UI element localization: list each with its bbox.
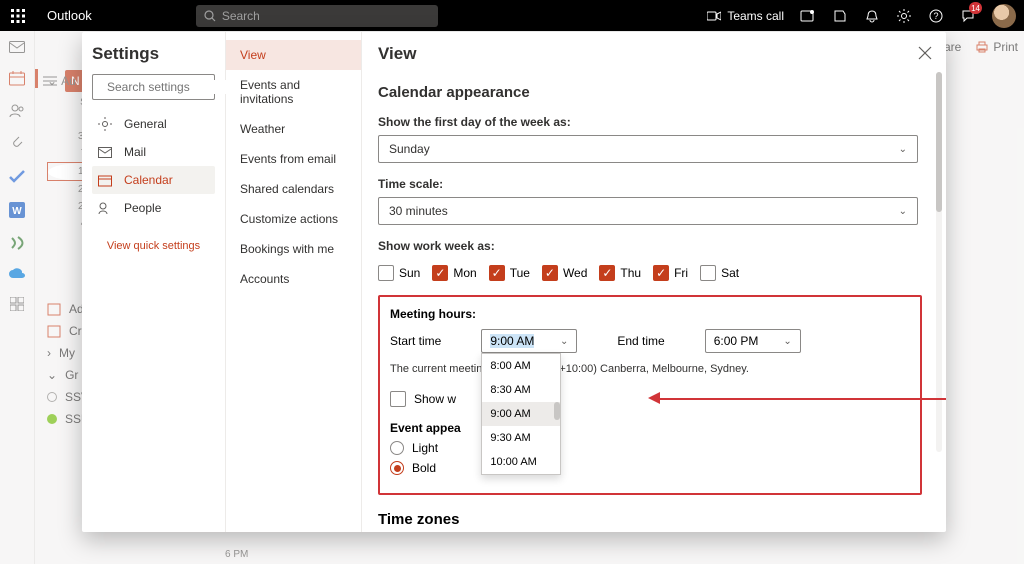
people-icon [98, 202, 114, 215]
time-option[interactable]: 9:00 AM [482, 402, 560, 426]
day-mon[interactable]: ✓Mon [432, 265, 476, 281]
nav2-events-from-email[interactable]: Events from email [226, 144, 361, 174]
time-option[interactable]: 10:00 AM [482, 450, 560, 474]
show-weekends-checkbox[interactable]: Show w [390, 391, 910, 407]
meeting-hours-section: Meeting hours: Start time 9:00 AM ⌄ 8:00… [378, 295, 922, 495]
bell-icon[interactable] [856, 0, 888, 31]
start-time-options[interactable]: 8:00 AM 8:30 AM 9:00 AM 9:30 AM 10:00 AM [481, 353, 561, 475]
first-day-dropdown[interactable]: Sunday ⌄ [378, 135, 918, 163]
chevron-down-icon: ⌄ [899, 206, 907, 217]
day-tue[interactable]: ✓Tue [489, 265, 530, 281]
nav2-events[interactable]: Events and invitations [226, 70, 361, 114]
close-button[interactable] [918, 46, 932, 60]
chevron-down-icon: ⌄ [899, 144, 907, 155]
search-icon [204, 10, 216, 22]
day-fri[interactable]: ✓Fri [653, 265, 688, 281]
video-icon [707, 11, 721, 21]
nav2-bookings[interactable]: Bookings with me [226, 234, 361, 264]
app-name: Outlook [35, 8, 104, 23]
time-option[interactable]: 9:30 AM [482, 426, 560, 450]
start-time-label: Start time [390, 334, 441, 348]
gear-icon[interactable] [888, 0, 920, 31]
calendar-appearance-heading: Calendar appearance [378, 84, 922, 101]
workweek-label: Show work week as: [378, 239, 922, 253]
search-placeholder: Search [222, 9, 260, 23]
calendar-icon [98, 174, 114, 187]
day-wed[interactable]: ✓Wed [542, 265, 587, 281]
settings-nav-primary: Settings General Mail Calendar People Vi… [82, 32, 226, 532]
nav-mail[interactable]: Mail [92, 138, 215, 166]
help-icon[interactable]: ? [920, 0, 952, 31]
view-quick-settings-link[interactable]: View quick settings [92, 240, 215, 252]
settings-detail-pane: View Calendar appearance Show the first … [362, 32, 946, 532]
nav-general[interactable]: General [92, 110, 215, 138]
timezones-heading: Time zones [378, 511, 922, 528]
day-thu[interactable]: ✓Thu [599, 265, 641, 281]
chevron-down-icon: ⌄ [560, 336, 568, 347]
end-time-dropdown[interactable]: 6:00 PM ⌄ [705, 329, 801, 353]
end-time-label: End time [617, 334, 664, 348]
top-bar: Outlook Search Teams call ? 14 [0, 0, 1024, 31]
meet-now-icon[interactable] [792, 0, 824, 31]
nav2-accounts[interactable]: Accounts [226, 264, 361, 294]
first-day-label: Show the first day of the week as: [378, 115, 922, 129]
start-time-dropdown[interactable]: 9:00 AM ⌄ [481, 329, 577, 353]
settings-title: Settings [92, 44, 215, 64]
nav2-shared[interactable]: Shared calendars [226, 174, 361, 204]
nav-calendar[interactable]: Calendar [92, 166, 215, 194]
nav2-weather[interactable]: Weather [226, 114, 361, 144]
appearance-bold[interactable]: Bold [390, 461, 910, 475]
tips-icon[interactable] [824, 0, 856, 31]
pane-title: View [378, 44, 922, 64]
nav2-customize-actions[interactable]: Customize actions [226, 204, 361, 234]
app-launcher-icon[interactable] [0, 9, 35, 23]
event-appearance-label: Event appea [390, 421, 910, 435]
timescale-label: Time scale: [378, 177, 922, 191]
settings-modal: Settings General Mail Calendar People Vi… [82, 32, 946, 532]
svg-text:?: ? [933, 11, 938, 21]
day-sun[interactable]: Sun [378, 265, 420, 281]
appearance-light[interactable]: Light [390, 441, 910, 455]
nav-people[interactable]: People [92, 194, 215, 222]
meeting-hours-label: Meeting hours: [390, 307, 910, 321]
work-days-row: Sun ✓Mon ✓Tue ✓Wed ✓Thu ✓Fri Sat [378, 265, 922, 281]
timezone-note: The current meeting hours is (UTC+10:00)… [390, 363, 910, 375]
chat-badge: 14 [969, 2, 982, 14]
options-scroll-thumb[interactable] [554, 402, 560, 420]
timescale-dropdown[interactable]: 30 minutes ⌄ [378, 197, 918, 225]
settings-search[interactable] [92, 74, 215, 100]
time-option[interactable]: 8:30 AM [482, 378, 560, 402]
settings-nav-secondary: View Events and invitations Weather Even… [226, 32, 362, 532]
time-option[interactable]: 8:00 AM [482, 354, 560, 378]
close-icon [918, 46, 932, 60]
scrollbar[interactable] [936, 72, 942, 452]
chat-icon[interactable]: 14 [952, 0, 984, 31]
mail-icon [98, 147, 114, 158]
gear-icon [98, 117, 114, 131]
day-sat[interactable]: Sat [700, 265, 739, 281]
chevron-down-icon: ⌄ [783, 336, 791, 347]
avatar[interactable] [992, 4, 1016, 28]
teams-call-button[interactable]: Teams call [699, 9, 792, 23]
nav2-view[interactable]: View [226, 40, 361, 70]
global-search[interactable]: Search [196, 5, 438, 27]
